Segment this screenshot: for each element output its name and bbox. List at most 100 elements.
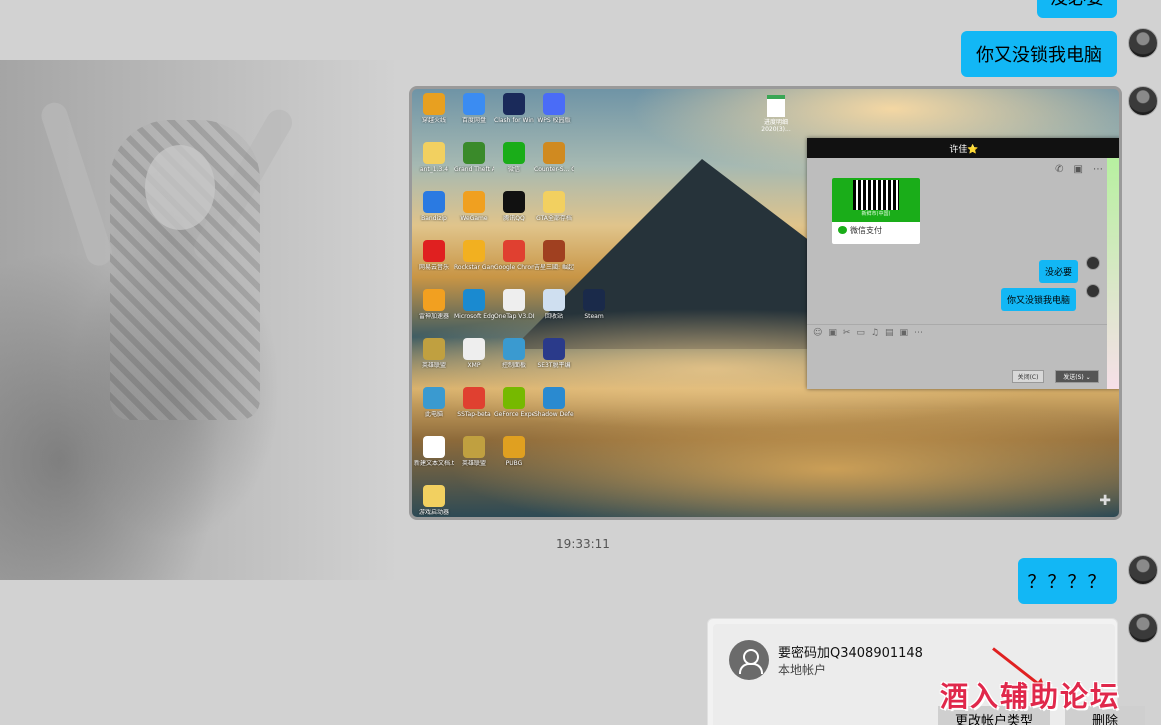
desktop-icon-label: 游戏启动器 <box>418 509 449 516</box>
app-icon <box>423 289 445 311</box>
desktop-icon: 吉星三國: 崛起 <box>534 240 574 271</box>
qq-close-button: 关闭(C) <box>1012 370 1044 383</box>
avatar[interactable] <box>1128 28 1158 58</box>
desktop-icon: PUBG <box>494 436 534 467</box>
desktop-icon-grid: 穿越火线 百度网盘 Clash for WindowsWPS 校园版 ant_1.3.… <box>414 93 605 517</box>
message-text: 你又没锁我电脑 <box>976 45 1102 66</box>
desktop-icon-label: Grand Theft Auto V <box>454 166 494 173</box>
avatar[interactable] <box>1128 86 1158 116</box>
desktop-icon: Shadow Defender <box>534 387 574 418</box>
desktop-icon: GTA全部存档 <box>534 191 574 222</box>
app-icon <box>583 289 605 311</box>
qq-avatar <box>1086 284 1100 298</box>
app-icon <box>543 240 565 262</box>
desktop-icon: 腾讯QQ <box>494 191 534 222</box>
desktop-icon: Steam <box>574 289 614 320</box>
avatar[interactable] <box>1128 555 1158 585</box>
desktop-icon: 控制面板 <box>494 338 534 369</box>
app-icon <box>503 142 525 164</box>
desktop-icon-label: GeForce Experience <box>494 411 534 418</box>
message-bubble-1[interactable]: 你又没锁我电脑 <box>961 31 1117 77</box>
avatar[interactable] <box>1128 613 1158 643</box>
qq-bubble-1: 没必要 <box>1039 260 1079 283</box>
phone-icon: ✆ <box>1055 164 1064 175</box>
desktop-icon-label: Bandizip <box>421 215 447 222</box>
desktop-icon-label: WPS 校园版 <box>537 117 571 124</box>
desktop-icon-label: Clash for Windows <box>494 117 534 124</box>
app-icon <box>543 387 565 409</box>
app-icon <box>543 289 565 311</box>
desktop-icon: GeForce Experience <box>494 387 534 418</box>
app-icon <box>543 142 565 164</box>
desktop-file-icon: 进度明细 2020(3)... <box>756 95 796 133</box>
desktop-icon: OneTap V3.DLL <box>494 289 534 320</box>
wechat-pay-qr-card: 新鲜市(中国) 微信支付 <box>832 178 920 244</box>
desktop-icon: Counter-S... Global Off... <box>534 142 574 173</box>
user-account-icon <box>729 640 769 680</box>
message-bubble-2[interactable]: ？？？？ <box>1018 558 1117 604</box>
desktop-icon-label: Counter-S... Global Off... <box>534 166 574 173</box>
desktop-icon: SSTap-beta <box>454 387 494 418</box>
desktop-icon: 此电脑 <box>414 387 454 418</box>
qq-chat-window: 许佳⭐ ✆ ▣ ⋯ 新鲜市(中国) 微信支付 没必要 你又没锁我电脑 ☺▣✂▭♫… <box>807 138 1119 389</box>
app-icon <box>503 240 525 262</box>
app-icon <box>503 387 525 409</box>
desktop-icon-label: 雷神加速器 <box>418 313 449 320</box>
qr-subtitle: 新鲜市(中国) <box>861 211 891 217</box>
desktop-icon: 雷神加速器 <box>414 289 454 320</box>
desktop-icon: XMP <box>454 338 494 369</box>
app-icon <box>463 191 485 213</box>
desktop-icon-label: 英雄联盟 <box>461 460 486 467</box>
app-icon <box>543 93 565 115</box>
app-icon <box>543 338 565 360</box>
desktop-icon-label: SE3T脱平编 <box>537 362 571 369</box>
desktop-file-label: 进度明细 2020(3)... <box>761 119 791 133</box>
desktop-icon: Grand Theft Auto V <box>454 142 494 173</box>
qq-send-button: 发送(S) ⌄ <box>1055 370 1099 383</box>
desktop-icon-label: ant_1.3.4 <box>419 166 449 173</box>
app-icon <box>463 387 485 409</box>
desktop-icon-label: Shadow Defender <box>534 411 574 418</box>
desktop-icon-label: 网易云音乐 <box>418 264 449 271</box>
desktop-icon-label: 回收站 <box>544 313 563 320</box>
app-icon <box>503 436 525 458</box>
desktop-icon: SE3T脱平编 <box>534 338 574 369</box>
qq-avatar <box>1086 256 1100 270</box>
account-type: 本地帐户 <box>778 663 827 677</box>
desktop-icon-label: 控制面板 <box>501 362 526 369</box>
qq-window-title: 许佳⭐ <box>807 138 1119 158</box>
app-icon <box>503 338 525 360</box>
message-bubble-partial[interactable]: 没必要 <box>1037 0 1117 18</box>
desktop-icon: Clash for Windows <box>494 93 534 124</box>
qq-toolbar: ✆ ▣ ⋯ <box>1055 164 1103 175</box>
desktop-icon: 网易云音乐 <box>414 240 454 271</box>
desktop-icon-label: Microsoft Edge <box>454 313 494 320</box>
app-icon <box>423 93 445 115</box>
desktop-icon: 微信 <box>494 142 534 173</box>
desktop-icon: 穿越火线 <box>414 93 454 124</box>
desktop-icon: Rockstar Games... <box>454 240 494 271</box>
app-icon <box>463 338 485 360</box>
app-icon <box>423 436 445 458</box>
desktop-icon-label: 此电脑 <box>424 411 443 418</box>
wechat-pay-label: 微信支付 <box>832 222 920 236</box>
desktop-icon: WeGame <box>454 191 494 222</box>
desktop-icon: WPS 校园版 <box>534 93 574 124</box>
app-icon <box>503 289 525 311</box>
desktop-icon: 百度网盘 <box>454 93 494 124</box>
desktop-icon: ant_1.3.4 <box>414 142 454 173</box>
app-icon <box>463 142 485 164</box>
desktop-icon: 回收站 <box>534 289 574 320</box>
screenshot-image-message[interactable]: 穿越火线 百度网盘 Clash for WindowsWPS 校园版 ant_1.3.… <box>409 86 1122 520</box>
video-icon: ▣ <box>1073 164 1083 175</box>
spreadsheet-icon <box>767 95 785 117</box>
desktop-icon-label: PUBG <box>505 460 523 467</box>
desktop-icon-label: 新建文本文档.txt <box>414 460 454 467</box>
desktop-icon: Microsoft Edge <box>454 289 494 320</box>
app-icon <box>423 338 445 360</box>
desktop-icon-label: 百度网盘 <box>461 117 486 124</box>
desktop-icon-label: Rockstar Games... <box>454 264 494 271</box>
more-icon: ⋯ <box>1093 164 1103 175</box>
desktop-icon-label: 穿越火线 <box>421 117 446 124</box>
app-icon <box>463 436 485 458</box>
